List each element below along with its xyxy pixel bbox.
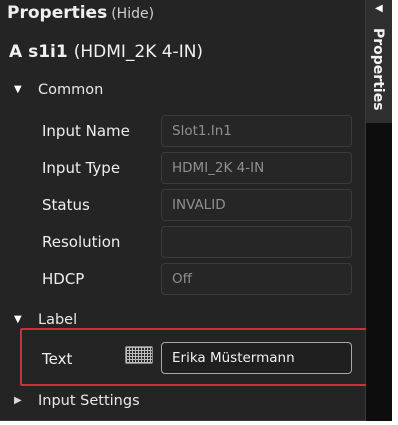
section-common-header[interactable]: ▼ Common (14, 82, 103, 98)
section-common-label: Common (38, 82, 104, 98)
section-label-header[interactable]: ▼ Label (14, 312, 77, 328)
section-input-settings-label: Input Settings (38, 393, 140, 409)
resolution-label: Resolution (42, 233, 121, 251)
resolution-field[interactable] (161, 226, 352, 258)
side-tab-label: Properties (370, 28, 386, 111)
highlight-box (20, 328, 389, 386)
screenshot-frame: Properties (Hide) A s1i1 (HDMI_2K 4-IN) ▼ C… (0, 0, 398, 425)
side-strip (366, 123, 392, 421)
object-name: A s1i1 (9, 42, 68, 62)
properties-side-tab[interactable]: ◀ Properties (366, 0, 392, 123)
input-name-label: Input Name (42, 122, 130, 140)
input-type-label: Input Type (42, 159, 121, 177)
input-name-field[interactable]: Slot1.In1 (161, 115, 352, 147)
input-type-field[interactable]: HDMI_2K 4-IN (161, 152, 352, 184)
panel-title: Properties (7, 3, 108, 23)
hdcp-field[interactable]: Off (161, 263, 352, 295)
collapse-arrow-icon: ▶ (14, 395, 22, 406)
hdcp-label: HDCP (42, 270, 85, 288)
expand-arrow-icon: ▼ (14, 314, 22, 325)
status-field[interactable]: INVALID (161, 189, 352, 221)
section-input-settings-header[interactable]: ▶ Input Settings (14, 393, 140, 409)
section-label-label: Label (38, 312, 78, 328)
object-type: (HDMI_2K 4-IN) (73, 42, 204, 62)
tab-arrow-icon: ◀ (375, 3, 383, 14)
hide-link[interactable]: (Hide) (111, 6, 154, 22)
expand-arrow-icon: ▼ (14, 84, 22, 95)
panel-header: Properties (Hide) (7, 3, 154, 23)
status-label: Status (42, 196, 90, 214)
object-title: A s1i1 (HDMI_2K 4-IN) (9, 42, 203, 62)
